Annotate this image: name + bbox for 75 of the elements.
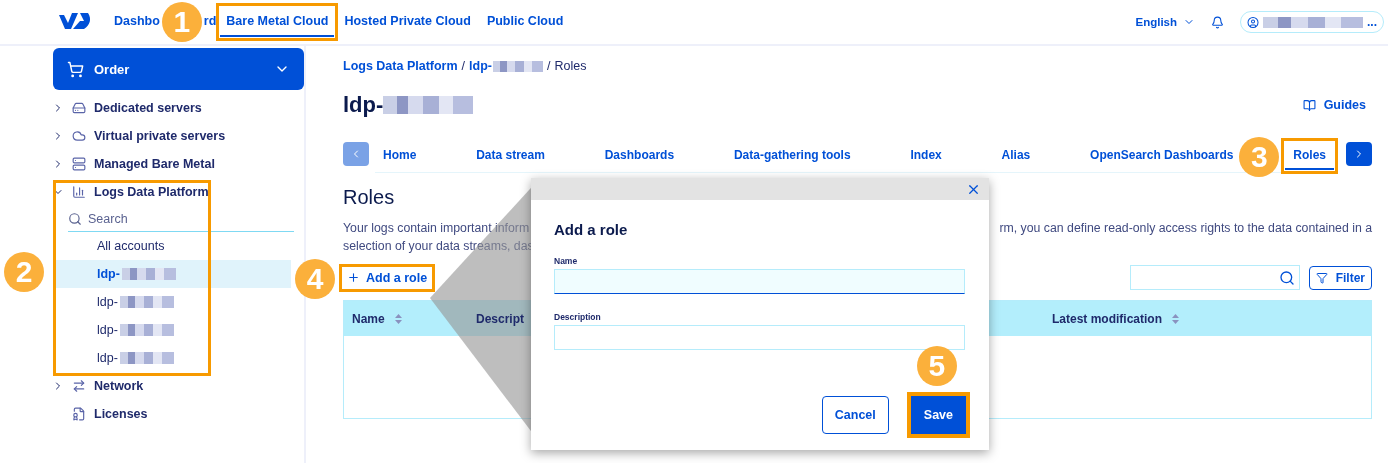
tab[interactable]: Dashboards bbox=[596, 141, 683, 170]
tab[interactable]: Data stream bbox=[468, 141, 553, 170]
guides-link[interactable]: Guides bbox=[1302, 98, 1366, 112]
nav-link[interactable]: Hosted Private Cloud bbox=[338, 7, 477, 37]
sidebar-item[interactable]: Logs Data Platform bbox=[94, 185, 209, 199]
step-number-badge: 5 bbox=[916, 346, 957, 386]
account-item[interactable]: ldp- bbox=[53, 288, 291, 316]
pixelated-redaction bbox=[119, 352, 174, 364]
order-button[interactable]: Order bbox=[53, 48, 304, 90]
search-field[interactable]: Search bbox=[68, 206, 294, 232]
tab[interactable]: OpenSearch Dashboards bbox=[1082, 141, 1242, 170]
add-role-button[interactable]: Add a role bbox=[343, 267, 432, 288]
menu-item-icon bbox=[72, 379, 86, 393]
breadcrumb-link[interactable]: Logs Data Platform bbox=[343, 59, 458, 73]
step-number-badge: 3 bbox=[1239, 136, 1280, 177]
tab[interactable]: Data-gathering tools bbox=[725, 141, 859, 170]
sidebar-item[interactable]: Licenses bbox=[94, 407, 148, 421]
nav-link[interactable]: rd bbox=[203, 7, 217, 37]
sidebar-item[interactable]: Virtual private servers bbox=[94, 129, 226, 143]
pixelated-redaction bbox=[121, 268, 176, 280]
nav-link[interactable]: Dashbo bbox=[114, 7, 160, 37]
pixelated-redaction bbox=[119, 296, 174, 308]
next-button[interactable] bbox=[1346, 142, 1372, 166]
account-item[interactable]: All accounts bbox=[53, 232, 291, 260]
search-icon bbox=[1278, 269, 1295, 286]
sort-icon bbox=[394, 313, 402, 324]
field-label: Description bbox=[554, 312, 602, 322]
sidebar-item[interactable]: Dedicated servers bbox=[94, 101, 202, 115]
cart-icon bbox=[67, 60, 84, 78]
column-header: Descript bbox=[476, 311, 525, 326]
pixelated-redaction bbox=[119, 324, 174, 336]
column-header[interactable]: Name bbox=[352, 311, 402, 326]
notification-bell-icon[interactable] bbox=[1211, 15, 1224, 29]
tab[interactable]: Alias bbox=[993, 141, 1039, 170]
account-item[interactable]: ldp- bbox=[53, 316, 291, 344]
description-text: Your logs contain important inform bbox=[343, 221, 530, 235]
description-text: rm, you can define read-only access rights to the data contained in a bbox=[999, 221, 1372, 235]
nav-link[interactable]: Public Cloud bbox=[480, 7, 570, 37]
menu-item-icon bbox=[72, 407, 86, 421]
sidebar-item[interactable]: Network bbox=[94, 379, 144, 393]
search-field[interactable] bbox=[1129, 265, 1300, 290]
menu-item-icon bbox=[72, 129, 86, 143]
field-label: Name bbox=[554, 256, 579, 266]
pixelated-redaction bbox=[493, 60, 543, 72]
section-heading: Roles bbox=[343, 186, 395, 209]
menu-item-icon bbox=[72, 101, 86, 115]
menu-item-icon bbox=[72, 157, 86, 171]
sidebar-item[interactable]: Managed Bare Metal bbox=[94, 157, 215, 171]
cancel-button[interactable]: Cancel bbox=[821, 396, 889, 434]
step-number-badge: 4 bbox=[295, 258, 335, 299]
book-icon bbox=[1302, 98, 1316, 112]
tab[interactable]: Home bbox=[375, 141, 425, 170]
account-item[interactable]: ldp- bbox=[53, 260, 291, 288]
user-icon bbox=[1247, 15, 1260, 29]
input-field[interactable] bbox=[554, 325, 965, 350]
language-selector[interactable]: English bbox=[1135, 16, 1195, 28]
search-icon bbox=[68, 211, 82, 226]
page-title: ldp- bbox=[343, 92, 474, 118]
breadcrumb-separator: / bbox=[547, 59, 551, 73]
input-field[interactable] bbox=[554, 269, 965, 294]
filter-button[interactable]: Filter bbox=[1308, 265, 1372, 290]
funnel-icon bbox=[1315, 271, 1328, 284]
plus-icon bbox=[347, 271, 360, 284]
breadcrumb-separator: / bbox=[461, 59, 466, 73]
tab[interactable]: Index bbox=[902, 141, 950, 170]
column-header[interactable]: Latest modification bbox=[1052, 311, 1179, 326]
breadcrumb-link[interactable]: ldp- bbox=[469, 59, 543, 73]
breadcrumb-current-link[interactable]: Roles bbox=[554, 59, 587, 73]
step-number-badge: 2 bbox=[4, 252, 44, 292]
dialog-title: Add a role bbox=[554, 221, 629, 238]
previous-button[interactable] bbox=[343, 142, 369, 166]
menu-item-icon bbox=[72, 185, 86, 199]
account-item[interactable]: ldp- bbox=[53, 344, 291, 372]
step-number-badge: 1 bbox=[161, 2, 202, 42]
sort-icon bbox=[1172, 313, 1179, 324]
